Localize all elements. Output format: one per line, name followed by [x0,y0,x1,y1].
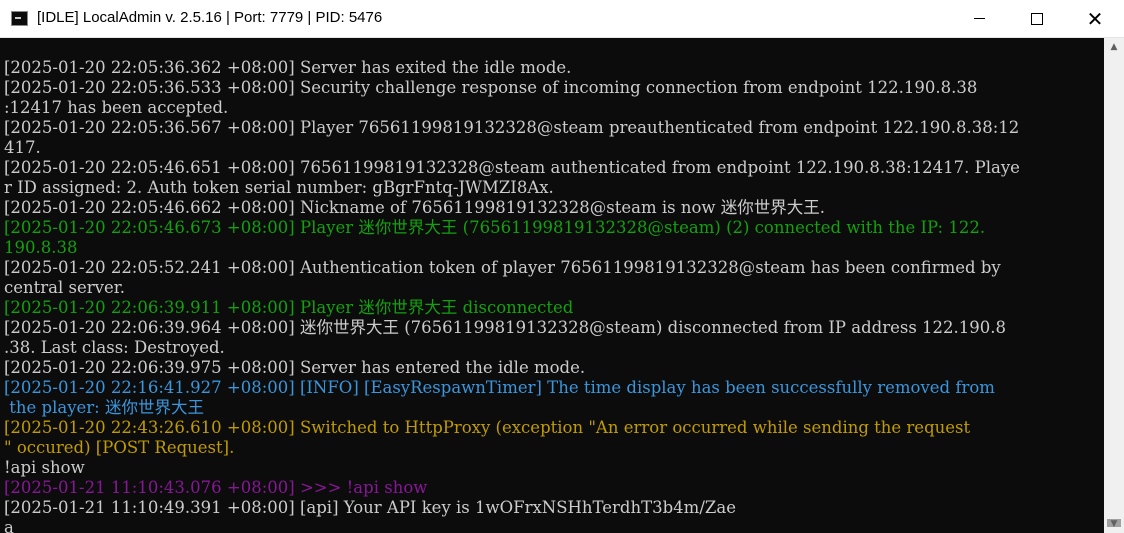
console-line: :12417 has been accepted. [4,98,229,117]
console-line: [2025-01-20 22:05:46.651 +08:00] 7656119… [4,158,1020,177]
console-line: [2025-01-20 22:06:39.975 +08:00] Server … [4,358,586,377]
console-line: [2025-01-20 22:05:46.662 +08:00] Nicknam… [4,198,826,217]
console-line: [2025-01-20 22:05:36.362 +08:00] Server … [4,58,572,77]
console-line: !api show [4,458,85,477]
console-line: .38. Last class: Destroyed. [4,338,225,357]
scroll-down-arrow-icon[interactable]: ▼ [1104,515,1124,533]
console-app-icon [11,11,28,26]
console-line: [2025-01-20 22:05:36.567 +08:00] Player … [4,118,1020,137]
console-line: [2025-01-20 22:43:26.610 +08:00] Switche… [4,418,971,437]
console-line: [2025-01-20 22:06:39.964 +08:00] 迷你世界大王 … [4,318,1007,337]
console-line: a [4,518,14,533]
console-output[interactable]: [2025-01-20 22:05:36.362 +08:00] Server … [0,38,1104,533]
console-line: the player: 迷你世界大王 [4,398,204,417]
console-line: " occured) [POST Request]. [4,438,235,457]
console-window: [IDLE] LocalAdmin v. 2.5.16 | Port: 7779… [0,0,1124,533]
console-line: r ID assigned: 2. Auth token serial numb… [4,178,554,197]
console-line: 417. [4,138,41,157]
maximize-icon [1031,12,1043,25]
console-line: [2025-01-21 11:10:43.076 +08:00] >>> !ap… [4,478,428,497]
title-bar[interactable]: [IDLE] LocalAdmin v. 2.5.16 | Port: 7779… [0,0,1124,38]
console-line: [2025-01-20 22:05:46.673 +08:00] Player … [4,218,986,237]
console-line: 190.8.38 [4,238,78,257]
console-line: [2025-01-20 22:16:41.927 +08:00] [INFO] … [4,378,995,397]
scroll-up-arrow-icon[interactable]: ▲ [1104,38,1124,56]
vertical-scrollbar[interactable]: ▲ ▼ [1104,38,1124,533]
console-line: [2025-01-21 11:10:49.391 +08:00] [api] Y… [4,498,736,517]
maximize-button[interactable] [1014,0,1060,37]
close-button[interactable]: ✕ [1072,0,1118,37]
console-line: [2025-01-20 22:05:36.533 +08:00] Securit… [4,78,978,97]
close-icon: ✕ [1086,6,1104,31]
window-title: [IDLE] LocalAdmin v. 2.5.16 | Port: 7779… [37,9,383,26]
minimize-button[interactable] [956,0,1002,37]
console-line: [2025-01-20 22:06:39.911 +08:00] Player … [4,298,574,317]
console-line: central server. [4,278,126,297]
console-lines: [2025-01-20 22:05:36.362 +08:00] Server … [4,58,1020,533]
minimize-icon [973,18,985,19]
console-line: [2025-01-20 22:05:52.241 +08:00] Authent… [4,258,1001,277]
